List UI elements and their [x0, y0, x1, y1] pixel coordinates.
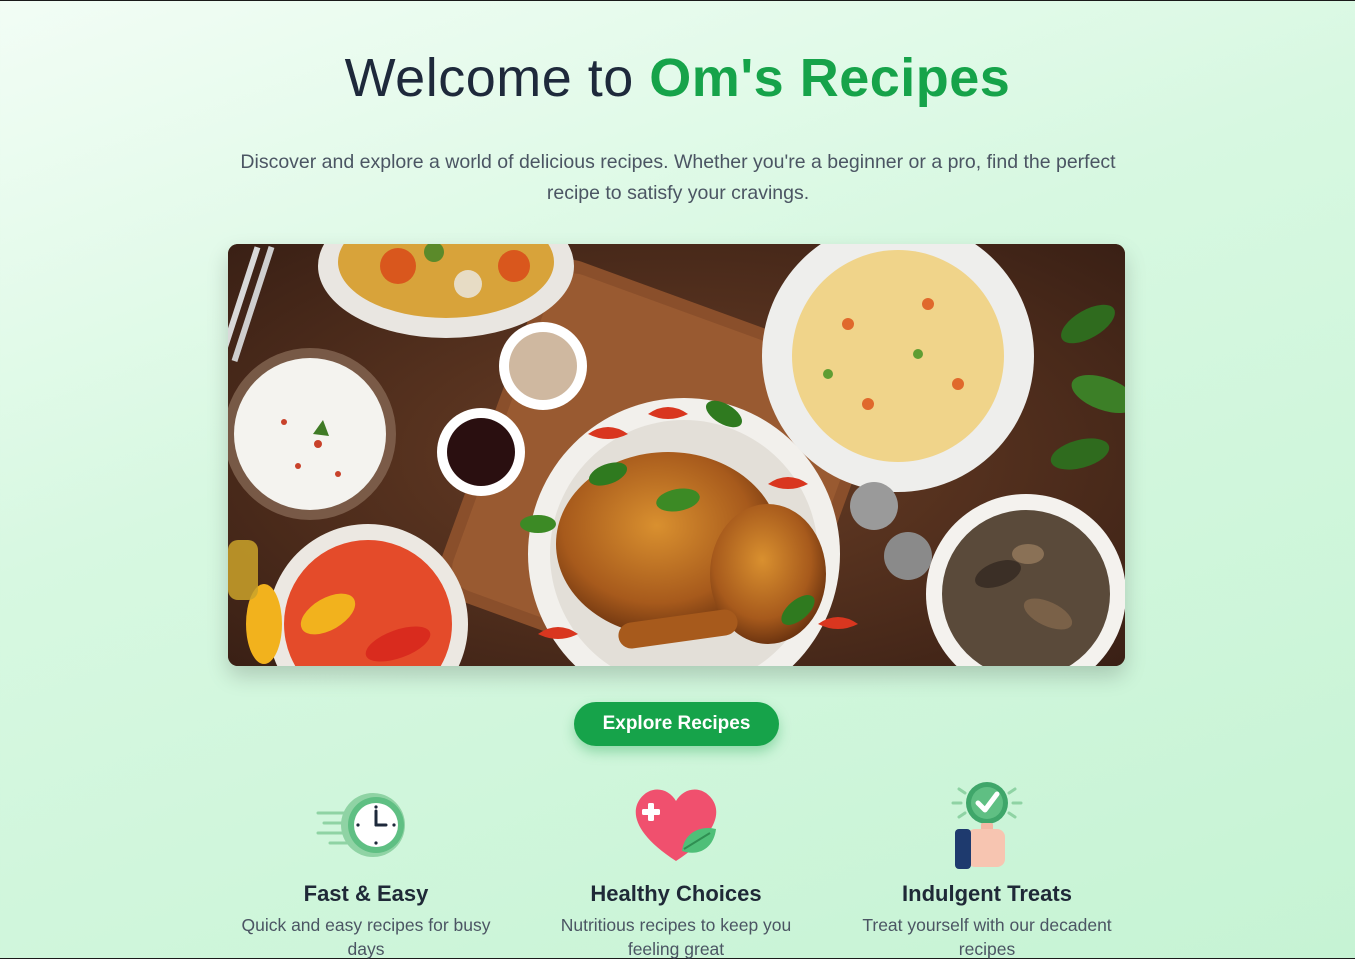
hero-image	[228, 244, 1125, 666]
page-title: Welcome to Om's Recipes	[0, 47, 1355, 109]
title-brand: Om's Recipes	[649, 48, 1011, 108]
page-subtitle: Discover and explore a world of deliciou…	[240, 151, 1116, 204]
feature-description: Treat yourself with our decadent recipes	[862, 915, 1112, 959]
feature-description: Quick and easy recipes for busy days	[241, 915, 491, 959]
feature-title: Healthy Choices	[590, 881, 762, 906]
feature-title: Fast & Easy	[303, 881, 429, 906]
title-prefix: Welcome to	[344, 48, 634, 108]
feature-card-healthy-choices: Healthy Choices Nutritious recipes to ke…	[531, 777, 821, 959]
thumbs-up-icon	[951, 782, 1023, 869]
heart-icon	[635, 789, 717, 861]
feature-card-indulgent-treats: Indulgent Treats Treat yourself with our…	[842, 777, 1132, 959]
landing-page: Welcome to Om's Recipes Discover and exp…	[0, 1, 1355, 959]
feature-title: Indulgent Treats	[902, 881, 1072, 906]
clock-icon	[316, 793, 405, 857]
explore-recipes-button[interactable]: Explore Recipes	[574, 702, 779, 746]
feature-description: Nutritious recipes to keep you feeling g…	[560, 915, 792, 959]
food-spread-illustration	[228, 244, 1125, 666]
feature-card-fast-easy: Fast & Easy Quick and easy recipes for b…	[221, 777, 511, 959]
